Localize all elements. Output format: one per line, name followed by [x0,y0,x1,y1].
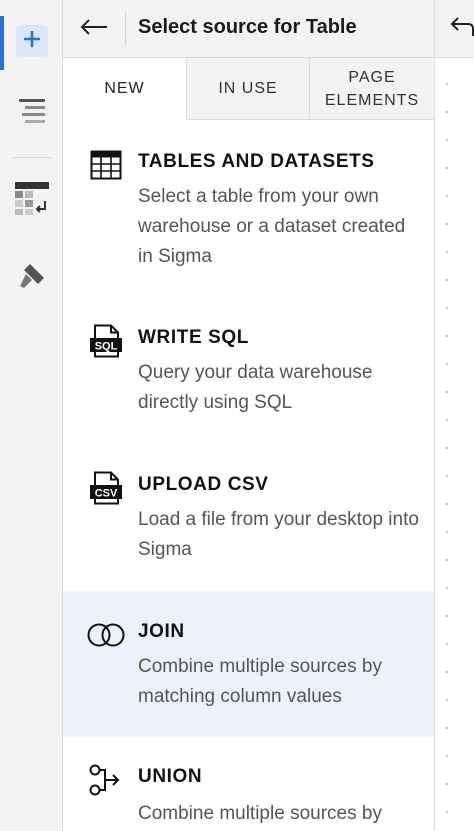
format-button[interactable] [15,181,49,216]
adjacent-panel-header [435,0,474,58]
source-title: JOIN [138,621,185,642]
back-button[interactable] [77,13,111,45]
source-description: Combine multiple sources by matching col… [138,656,382,707]
source-description: Select a table from your own warehouse o… [138,186,406,267]
source-join[interactable]: JOIN Combine multiple sources by matchin… [63,591,434,737]
source-description: Load a file from your desktop into Sigma [138,509,419,560]
csv-icon-label: CSV [95,488,118,500]
undo-arrow-icon[interactable] [449,16,474,45]
source-description: Query your data warehouse directly using… [138,362,373,413]
source-tabs: NEW IN USE PAGE ELEMENTS [63,58,434,120]
page-title: Select source for Table [138,16,357,38]
arrow-left-icon [79,18,109,41]
tab-page-elements[interactable]: PAGE ELEMENTS [309,58,434,120]
source-title: WRITE SQL [138,327,249,348]
paintbrush-icon [16,260,48,297]
rail-divider [12,157,52,158]
tab-new[interactable]: NEW [63,58,186,120]
union-icon [89,763,123,797]
adjacent-panel-edge [434,0,474,831]
source-union[interactable]: UNION Combine multiple sources by [63,737,434,831]
table-format-icon [15,181,49,220]
tab-in-use[interactable]: IN USE [186,58,309,120]
canvas-grid-dots [445,70,449,830]
sql-icon-label: SQL [95,341,118,353]
sql-file-icon: SQL [89,324,123,358]
lines-icon [17,97,47,130]
left-rail [0,0,63,831]
source-title: TABLES AND DATASETS [138,151,375,172]
source-description: Combine multiple sources by [138,803,382,824]
rail-active-indicator [0,16,4,70]
source-title: UNION [138,766,203,787]
source-tables-and-datasets[interactable]: TABLES AND DATASETS Select a table from … [63,120,434,298]
header-divider [125,12,126,46]
style-button[interactable] [16,262,48,294]
add-element-button[interactable] [16,25,48,57]
panel-header: Select source for Table [63,0,434,58]
source-upload-csv[interactable]: CSV UPLOAD CSV Load a file from your des… [63,445,434,591]
table-grid-icon [89,148,123,182]
source-write-sql[interactable]: SQL WRITE SQL Query your data warehouse … [63,298,434,445]
plus-icon [22,29,42,54]
source-list: TABLES AND DATASETS Select a table from … [63,120,434,831]
csv-file-icon: CSV [89,471,123,505]
join-icon [85,618,127,652]
source-title: UPLOAD CSV [138,474,269,495]
outline-button[interactable] [16,97,48,129]
